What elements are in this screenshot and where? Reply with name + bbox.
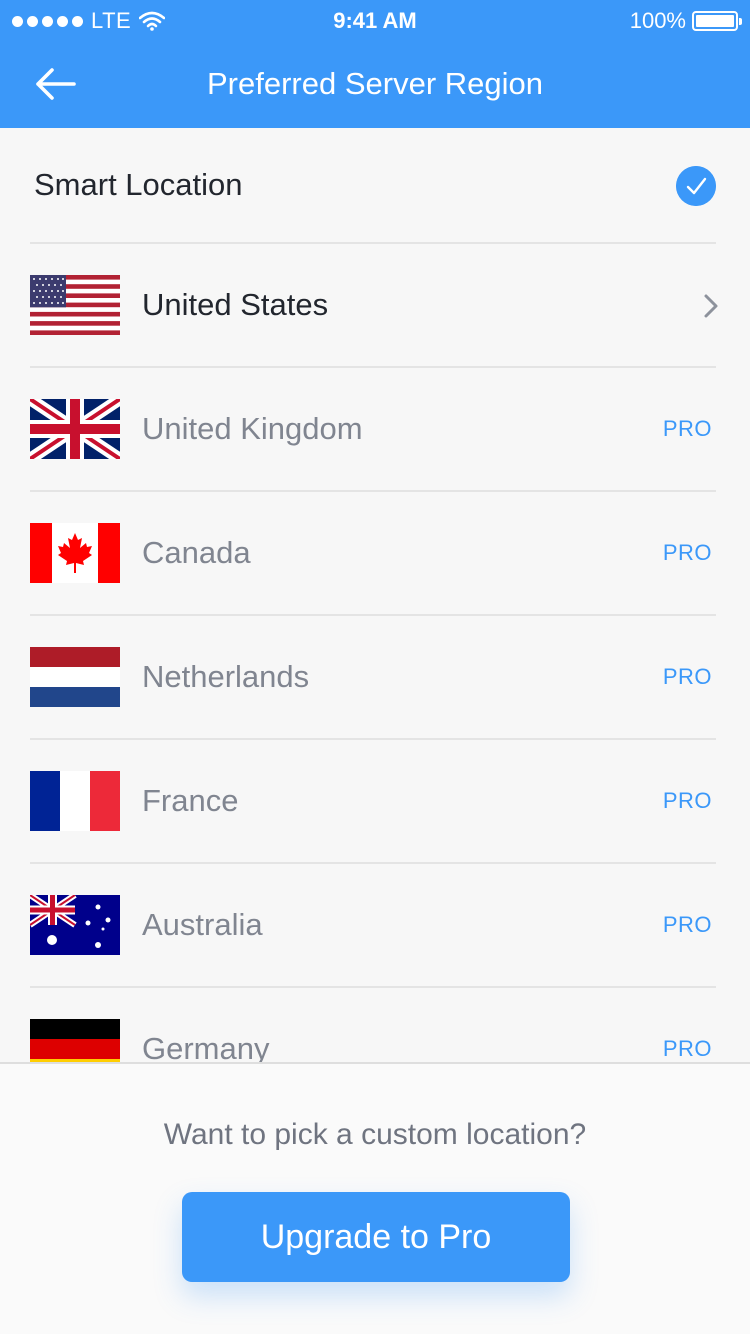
region-row-germany[interactable]: Germany PRO [30, 988, 716, 1062]
upgrade-button[interactable]: Upgrade to Pro [182, 1192, 570, 1282]
chevron-right-icon [704, 294, 718, 318]
canada-flag-icon [30, 523, 120, 583]
france-flag-icon [30, 771, 120, 831]
region-label: United States [142, 287, 329, 322]
pro-badge: PRO [662, 1036, 712, 1061]
region-label: France [142, 783, 239, 818]
region-list[interactable]: Smart Location United States United King… [0, 128, 750, 1062]
custom-location-prompt: Want to pick a custom location? [163, 1118, 587, 1151]
pro-badge: PRO [662, 788, 712, 813]
germany-flag-icon [30, 1019, 120, 1062]
uk-flag-icon [30, 399, 120, 459]
pro-badge: PRO [662, 416, 712, 441]
region-label: Canada [142, 535, 251, 570]
region-row-united-kingdom[interactable]: United Kingdom PRO [30, 368, 716, 492]
region-label: Germany [142, 1031, 270, 1062]
pro-badge: PRO [662, 664, 712, 689]
checkmark-icon [676, 166, 716, 206]
smart-location-row[interactable]: Smart Location [30, 128, 716, 244]
region-label: United Kingdom [142, 411, 363, 446]
pro-badge: PRO [662, 912, 712, 937]
region-row-australia[interactable]: Australia PRO [30, 864, 716, 988]
region-label: Australia [142, 907, 263, 942]
region-row-netherlands[interactable]: Netherlands PRO [30, 616, 716, 740]
status-right: 100% [629, 8, 742, 34]
region-row-france[interactable]: France PRO [30, 740, 716, 864]
region-row-united-states[interactable]: United States [30, 244, 718, 368]
app-header: LTE 9:41 AM 100% Preferred Server Region [0, 0, 750, 128]
battery-icon [692, 11, 742, 31]
netherlands-flag-icon [30, 647, 120, 707]
us-flag-icon [30, 275, 120, 335]
upgrade-footer: Want to pick a custom location? Upgrade … [0, 1062, 750, 1334]
pro-badge: PRO [662, 540, 712, 565]
region-label: Netherlands [142, 659, 310, 694]
battery-percent: 100% [629, 8, 686, 33]
smart-location-label: Smart Location [34, 167, 243, 202]
region-row-canada[interactable]: Canada PRO [30, 492, 716, 616]
australia-flag-icon [30, 895, 120, 955]
page-title: Preferred Server Region [207, 66, 543, 101]
status-bar: LTE 9:41 AM 100% [0, 0, 750, 40]
